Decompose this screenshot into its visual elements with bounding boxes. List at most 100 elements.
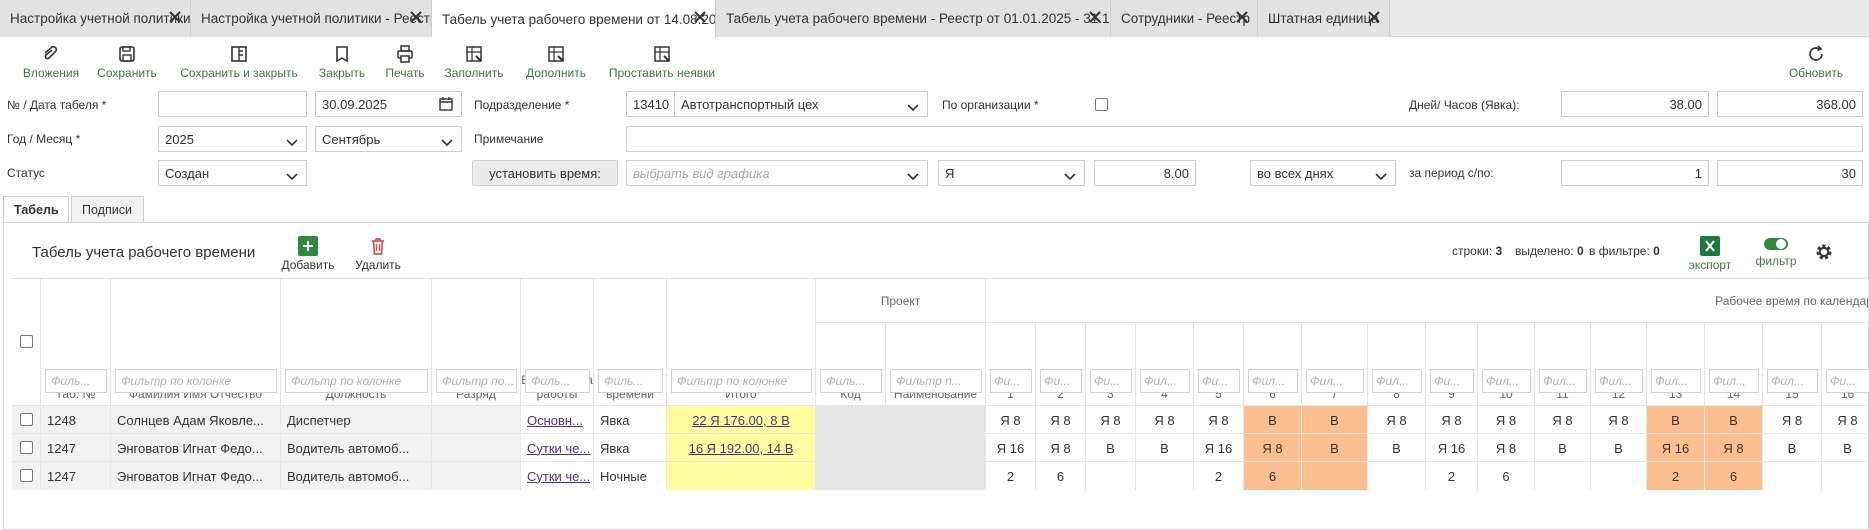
delete-row-button[interactable]: Удалить [352,236,404,272]
attachments-button[interactable]: Вложения [20,44,82,80]
select-all-checkbox[interactable] [20,335,33,348]
day-cell-14[interactable]: 6 [1705,462,1763,490]
filter-code[interactable]: Филь... [820,369,882,393]
day-cell-6[interactable]: 6 [1244,462,1302,490]
filter-day-5[interactable]: Фи... [1198,369,1240,393]
note-input[interactable] [626,126,1863,152]
tab-employees-registry[interactable]: Сотрудники - Реестр [1111,0,1258,37]
date-input[interactable]: 30.09.2025 [315,91,462,117]
cell-total[interactable]: 16 Я 192.00, 14 В [667,434,816,462]
filter-time-type[interactable]: Филь... [598,369,663,393]
settings-button[interactable] [1814,242,1834,265]
tab-signatures[interactable]: Подписи [71,196,144,222]
day-cell-4[interactable]: В [1136,434,1194,462]
division-code-field[interactable]: 13410 [626,91,678,117]
tab-timesheet-grid[interactable]: Табель [3,196,69,223]
filter-day-4[interactable]: Фил... [1140,369,1190,393]
day-cell-9[interactable]: Я 8 [1426,406,1478,434]
day-cell-16[interactable]: Я 8 [1822,406,1869,434]
day-cell-15[interactable]: В [1763,434,1822,462]
day-cell-10[interactable]: 6 [1478,462,1535,490]
filter-day-10[interactable]: Фил... [1482,369,1531,393]
filter-schedule[interactable]: Филь... [525,369,590,393]
filter-day-8[interactable]: Фил... [1372,369,1422,393]
day-cell-13[interactable]: В [1647,406,1705,434]
day-cell-12[interactable] [1591,462,1647,490]
month-select[interactable]: Сентябрь [315,126,462,152]
day-cell-8[interactable] [1368,462,1426,490]
filter-day-13[interactable]: Фил... [1651,369,1701,393]
day-cell-14[interactable]: В [1705,406,1763,434]
day-cell-5[interactable]: Я 16 [1194,434,1244,462]
day-cell-14[interactable]: Я 8 [1705,434,1763,462]
cell-schedule[interactable]: Сутки че... [521,462,594,490]
filter-total[interactable]: Фильтр по колонке [671,369,812,393]
day-cell-2[interactable]: 6 [1036,462,1086,490]
cell-schedule[interactable]: Основн... [521,406,594,434]
calendar-icon[interactable] [439,97,453,114]
table-row[interactable]: 1247 Энговатов Игнат Федо... Водитель авто… [12,461,1869,490]
day-cell-13[interactable]: 2 [1647,462,1705,490]
day-cell-5[interactable]: 2 [1194,462,1244,490]
day-cell-9[interactable]: 2 [1426,462,1478,490]
day-cell-3[interactable] [1086,462,1136,490]
day-cell-6[interactable]: В [1244,406,1302,434]
print-button[interactable]: Печать [383,44,427,80]
day-cell-4[interactable] [1136,462,1194,490]
day-cell-9[interactable]: Я 16 [1426,434,1478,462]
filter-day-7[interactable]: Фил... [1306,369,1364,393]
day-cell-11[interactable]: Я 8 [1535,406,1591,434]
day-cell-7[interactable]: В [1302,434,1368,462]
close-icon[interactable] [168,10,182,24]
cell-schedule[interactable]: Сутки че... [521,434,594,462]
fill-button[interactable]: Заполнить [443,44,505,80]
schedule-select[interactable]: выбрать вид графика [626,160,928,186]
hours-total-field[interactable]: 368.00 [1717,91,1863,117]
filter-position[interactable]: Фильтр по колонке [285,369,428,393]
row-checkbox[interactable] [20,469,33,482]
day-cell-16[interactable] [1822,462,1869,490]
filter-day-2[interactable]: Фи... [1040,369,1082,393]
day-cell-11[interactable]: В [1535,434,1591,462]
close-icon[interactable] [693,10,707,24]
schedule-link[interactable]: Основн... [527,413,583,428]
filter-day-6[interactable]: Фил... [1248,369,1298,393]
day-cell-1[interactable]: 2 [986,462,1036,490]
filter-rank[interactable]: Фильтр по... [436,369,517,393]
day-cell-1[interactable]: Я 16 [986,434,1036,462]
close-button[interactable]: Закрыть [316,44,368,80]
day-cell-7[interactable]: В [1302,406,1368,434]
filter-name[interactable]: Фильтр п... [890,369,982,393]
day-cell-11[interactable] [1535,462,1591,490]
day-cell-2[interactable]: Я 8 [1036,434,1086,462]
tab-accounting-policy[interactable]: Настройка учетной политики [0,0,191,37]
status-select[interactable]: Создан [158,160,307,186]
cell-total[interactable]: 22 Я 176.00, 8 В [667,406,816,434]
day-cell-3[interactable]: В [1086,434,1136,462]
table-row[interactable]: 1247 Энговатов Игнат Федо... Водитель авто… [12,433,1869,462]
table-row[interactable]: 1248 Солнцев Адам Яковле... Диспетчер Основ… [12,405,1869,434]
close-icon[interactable] [1235,10,1249,24]
tab-accounting-policy-registry[interactable]: Настройка учетной политики - Реестр [191,0,432,37]
day-cell-10[interactable]: Я 8 [1478,434,1535,462]
day-cell-4[interactable]: Я 8 [1136,406,1194,434]
row-select-cell[interactable] [12,406,41,434]
filter-fio[interactable]: Фильтр по колонке [115,369,277,393]
day-cell-2[interactable]: Я 8 [1036,406,1086,434]
day-cell-13[interactable]: Я 16 [1647,434,1705,462]
day-cell-3[interactable]: Я 8 [1086,406,1136,434]
tab-staff-unit[interactable]: Штатная единица [1258,0,1390,37]
filter-day-9[interactable]: Фи... [1430,369,1474,393]
year-select[interactable]: 2025 [158,126,307,152]
save-and-close-button[interactable]: Сохранить и закрыть [175,44,303,80]
filter-day-14[interactable]: Фил... [1709,369,1759,393]
day-cell-7[interactable] [1302,462,1368,490]
filter-tab-no[interactable]: Филь... [45,369,107,393]
row-checkbox[interactable] [20,413,33,426]
refresh-button[interactable]: Обновить [1787,44,1845,80]
filter-day-1[interactable]: Фи... [990,369,1032,393]
save-button[interactable]: Сохранить [96,44,158,80]
time-type-select[interactable]: Я [938,160,1085,186]
filter-day-12[interactable]: Фил... [1595,369,1643,393]
set-time-button[interactable]: установить время: [472,160,618,186]
